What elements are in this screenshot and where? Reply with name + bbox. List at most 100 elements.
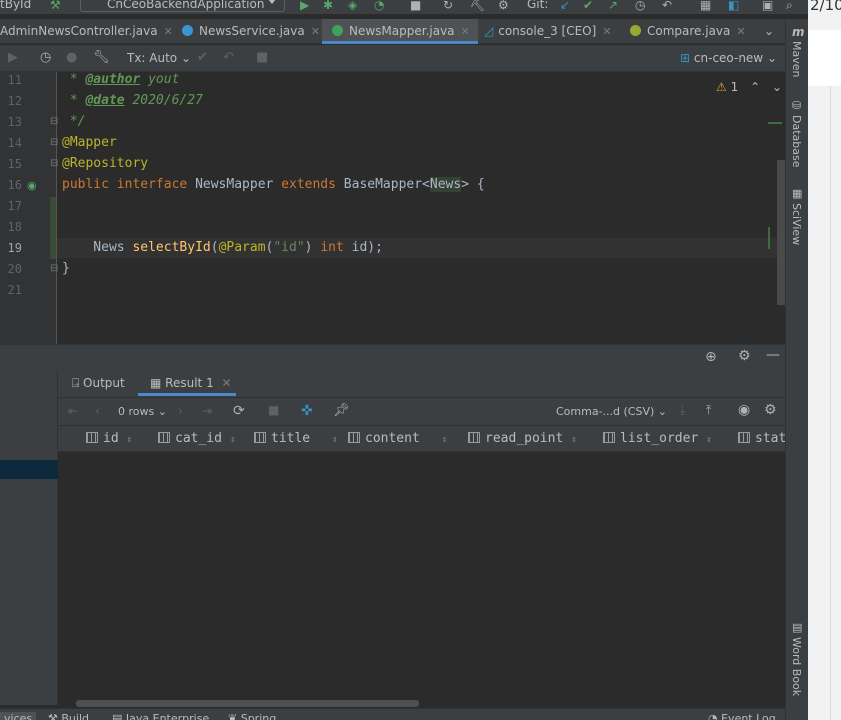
refresh-icon[interactable]: ⟳: [233, 403, 245, 419]
gear-icon[interactable]: ⚙: [738, 348, 751, 364]
java-enterprise-tool-button[interactable]: ▤ Java Enterprise: [112, 712, 209, 720]
fold-icon[interactable]: ⊟: [50, 263, 58, 274]
crosshair-icon[interactable]: ⊕: [705, 349, 717, 365]
sciview-icon[interactable]: ▦: [792, 187, 802, 200]
close-icon[interactable]: ✕: [311, 25, 320, 38]
close-icon[interactable]: ✕: [602, 25, 611, 38]
word-book-icon[interactable]: ▤: [792, 621, 802, 634]
reload-icon[interactable]: ↻: [443, 0, 453, 12]
fold-icon[interactable]: ⊟: [50, 158, 58, 169]
history-icon[interactable]: ◷: [40, 50, 51, 65]
tab-output[interactable]: ⍈ Output: [72, 376, 125, 391]
sort-icon[interactable]: ⇕: [571, 435, 576, 445]
debug-icon[interactable]: ✱: [323, 0, 333, 12]
rows-count-dropdown[interactable]: 0 rows ⌄: [118, 405, 167, 418]
scrollbar-thumb[interactable]: [76, 700, 419, 707]
stop-icon[interactable]: ■: [410, 0, 421, 12]
run-configuration-selector[interactable]: CnCeoBackendApplication: [80, 0, 285, 12]
minimize-icon[interactable]: —: [766, 347, 780, 363]
chevron-down-icon[interactable]: ⌄: [772, 80, 782, 94]
git-commit-icon[interactable]: ✔: [583, 0, 593, 12]
services-tool-button[interactable]: vices: [0, 712, 37, 720]
terminal-icon[interactable]: ▣: [762, 0, 773, 12]
spring-tool-button[interactable]: ❦ Spring: [228, 712, 276, 720]
close-icon[interactable]: ✕: [461, 25, 470, 38]
hammer-icon[interactable]: ⛏: [470, 0, 485, 12]
database-tool-button[interactable]: Database: [790, 115, 803, 168]
vertical-scrollbar[interactable]: [777, 160, 785, 305]
next-page-icon[interactable]: ›: [178, 404, 183, 418]
rollback-icon[interactable]: ↶: [223, 50, 234, 65]
sort-icon[interactable]: ⇕: [332, 435, 337, 445]
rollback-icon[interactable]: ↶: [662, 0, 672, 12]
maven-icon[interactable]: m: [792, 25, 805, 39]
event-log-tool-button[interactable]: ◔ Event Log: [708, 712, 776, 720]
download-icon[interactable]: ⤓: [680, 403, 685, 418]
run-icon[interactable]: ▶: [300, 0, 309, 12]
sciview-tool-button[interactable]: SciView: [790, 203, 803, 245]
tab-news-service[interactable]: NewsService.java ✕: [182, 19, 322, 44]
wrench-icon[interactable]: 🔧︎: [93, 50, 110, 65]
column-header[interactable]: list_order ⇕: [603, 431, 712, 446]
execute-icon[interactable]: ▶: [8, 50, 18, 65]
tab-news-mapper[interactable]: NewsMapper.java ✕: [322, 19, 478, 44]
maven-tool-button[interactable]: Maven: [790, 41, 803, 77]
column-header[interactable]: cat_id ⇕: [158, 431, 235, 446]
view-icon[interactable]: ◉: [738, 402, 750, 418]
stop-icon[interactable]: ■: [268, 403, 279, 417]
export-format-dropdown[interactable]: Comma-...d (CSV) ⌄: [556, 405, 667, 418]
build-hammer-icon[interactable]: ⚒: [50, 0, 61, 12]
cancel-icon[interactable]: ■: [256, 50, 268, 65]
close-icon[interactable]: ✕: [222, 376, 232, 390]
profile-icon[interactable]: ◔: [374, 0, 384, 12]
commit-icon[interactable]: ✔: [197, 50, 208, 65]
column-header[interactable]: read_point ⇕: [468, 431, 577, 446]
sort-icon[interactable]: ⇕: [127, 435, 132, 445]
coverage-icon[interactable]: ◈: [348, 0, 357, 12]
chevron-up-icon[interactable]: ⌃: [750, 80, 760, 94]
stop-query-icon[interactable]: ●: [66, 50, 77, 65]
build-tool-button[interactable]: ⚒ Build: [48, 712, 89, 720]
transaction-mode-dropdown[interactable]: Tx: Auto ⌄: [127, 51, 191, 65]
fold-icon[interactable]: ⊟: [50, 116, 58, 127]
sort-icon[interactable]: ⇕: [706, 435, 711, 445]
transpose-icon[interactable]: ✜: [301, 403, 313, 419]
column-header[interactable]: content ⇕: [348, 431, 447, 446]
mybatis-gutter-icon[interactable]: ◉: [27, 179, 37, 192]
tabs-overflow-chevron-icon[interactable]: ⌄: [764, 19, 774, 44]
column-header[interactable]: stat: [738, 431, 785, 446]
fold-icon[interactable]: ⊟: [50, 137, 58, 148]
services-tree-selected-item[interactable]: [0, 460, 58, 479]
settings-icon[interactable]: ⚙: [764, 402, 777, 418]
settings-icon[interactable]: ⚙: [498, 0, 509, 12]
word-book-tool-button[interactable]: Word Book: [790, 637, 803, 696]
horizontal-scrollbar[interactable]: [58, 697, 785, 708]
translate-icon[interactable]: ◧: [728, 0, 739, 12]
search-icon[interactable]: ⌕: [786, 0, 793, 13]
previous-page-icon[interactable]: ‹: [95, 404, 100, 418]
sort-icon[interactable]: ⇕: [230, 435, 235, 445]
services-tree[interactable]: [0, 370, 58, 705]
close-icon[interactable]: ✕: [736, 25, 745, 38]
connection-selector[interactable]: ⊞ cn-ceo-new ⌄: [680, 51, 777, 65]
git-push-icon[interactable]: ↗: [608, 0, 618, 12]
pin-icon[interactable]: 📌︎: [333, 403, 350, 418]
project-structure-icon[interactable]: ▦: [700, 0, 711, 12]
sort-icon[interactable]: ⇕: [442, 435, 447, 445]
inspection-widget[interactable]: ⚠ 1 ⌃ ⌄: [716, 80, 782, 94]
database-icon[interactable]: ⛁: [792, 99, 801, 112]
code-editor[interactable]: 11 12 13 14 15 16 17 18 19 20 21 ⊟ ⊟ ⊟ ◉…: [0, 72, 785, 344]
history-icon[interactable]: ◷: [635, 0, 645, 12]
tab-admin-news-controller[interactable]: AdminNewsController.java ✕: [0, 19, 178, 44]
upload-icon[interactable]: ⤒: [706, 403, 711, 418]
column-header[interactable]: title ⇕: [254, 431, 338, 446]
result-grid[interactable]: [58, 452, 785, 697]
first-page-icon[interactable]: ⇤: [68, 404, 78, 418]
tab-console-3[interactable]: ◿ console_3 [CEO] ✕: [484, 19, 622, 44]
tab-result-1[interactable]: ▦ Result 1 ✕: [150, 376, 232, 390]
git-update-icon[interactable]: ↙: [560, 0, 570, 12]
last-page-icon[interactable]: ⇥: [202, 404, 212, 418]
column-header[interactable]: id ⇕: [86, 431, 132, 446]
close-icon[interactable]: ✕: [164, 25, 173, 38]
tab-compare[interactable]: Compare.java ✕: [630, 19, 758, 44]
